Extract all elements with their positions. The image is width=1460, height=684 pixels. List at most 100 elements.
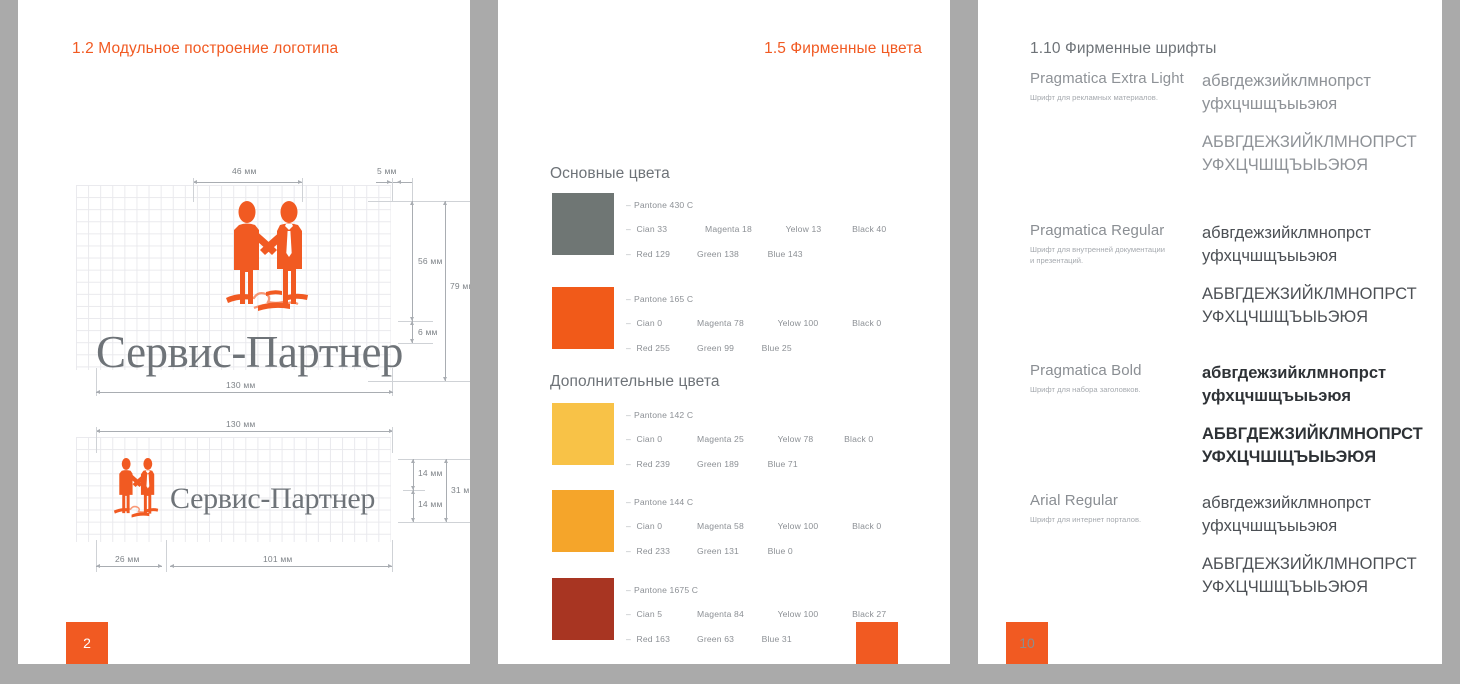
slide-page-2[interactable]: 1.5 Фирменные цвета Основные цвета – Pant… — [498, 0, 950, 664]
slide-page-3[interactable]: 1.10 Фирменные шрифты Pragmatica Extra L… — [978, 0, 1442, 664]
font-sample-uppercase-line1: АБВГДЕЖЗИЙКЛМНОПРСТ — [1202, 555, 1417, 573]
dim-line-mark-width-small — [96, 566, 162, 567]
dim-line-gap-right — [376, 182, 412, 183]
dim-line-small-total-height — [446, 459, 447, 522]
font-sample-uppercase-line2: УФХЦЧШЩЪЫЬЭЮЯ — [1202, 155, 1369, 174]
dim-arrow-up — [409, 201, 414, 205]
font-sample-lowercase-line2: уфхцчшщъыьэюя — [1202, 386, 1352, 405]
font-sample-uppercase-line1: АБВГДЕЖЗИЙКЛМНОПРСТ — [1202, 285, 1417, 303]
dim-arrow-down — [410, 518, 415, 522]
swatch-pantone-line: – Pantone 144 C — [626, 497, 694, 507]
dim-arrow-right — [387, 179, 391, 184]
dim-ext-line — [392, 427, 393, 453]
dim-label-wordmark-width-small: 101 мм — [263, 554, 293, 564]
logo-wordmark-small: Сервис-Партнер — [170, 482, 376, 515]
font-row-pragmatica-extra-light: Pragmatica Extra Light Шрифт для рекламн… — [1030, 70, 1430, 174]
font-sample: абвгдежзийклмнопрст уфхцчшщъыьэюя АБВГДЕ… — [1202, 70, 1417, 176]
dim-label-total-width-top: 130 мм — [226, 380, 256, 390]
color-swatch-pantone-165c[interactable] — [552, 287, 614, 349]
swatch-rgb-line: – Red 129 Green 138 Blue 143 — [626, 248, 803, 259]
page-number-badge: 10 — [1006, 622, 1048, 664]
dim-arrow-down — [443, 518, 448, 522]
font-sample-uppercase-line2: УФХЦЧШЩЪЫЬЭЮЯ — [1202, 307, 1369, 326]
font-sample: абвгдежзийклмнопрст уфхцчшщъыьэюя АБВГДЕ… — [1202, 362, 1423, 468]
color-details-pantone-430c: – Pantone 430 C – Cian 33 Magenta 18 Yelo… — [626, 193, 886, 266]
page-number-badge: 2 — [66, 622, 108, 664]
font-sample-lowercase-line1: абвгдежзийклмнопрст — [1202, 72, 1371, 90]
dim-ext-line — [398, 459, 470, 460]
font-note: Шрифт для внутренней документации и през… — [1030, 245, 1165, 265]
slide-deck: 1.2 Модульное построение логотипа Сервис… — [0, 0, 1460, 684]
color-group-title-secondary: Дополнительные цвета — [550, 373, 720, 390]
font-sample: абвгдежзийклмнопрст уфхцчшщъыьэюя АБВГДЕ… — [1202, 492, 1417, 598]
dim-line-total-width-bottom — [96, 431, 393, 432]
swatch-cmyk-line: – Cian 0 Magenta 25 Yelow 78 Black 0 — [626, 434, 874, 445]
font-sample-lowercase-line1: абвгдежзийклмнопрст — [1202, 494, 1371, 512]
dim-label-total-width-bottom: 130 мм — [226, 419, 256, 429]
font-row-pragmatica-regular: Pragmatica Regular Шрифт для внутренней … — [1030, 222, 1430, 326]
dim-arrow-up — [442, 201, 447, 205]
dim-label-total-height: 79 мм — [450, 281, 470, 291]
dim-arrow-down — [409, 339, 414, 343]
dim-ext-line — [398, 321, 433, 322]
dim-ext-line — [398, 522, 470, 523]
font-sample-lowercase-line2: уфхцчшщъыьэюя — [1202, 516, 1338, 535]
dim-ext-line — [96, 427, 97, 453]
dim-arrow-right — [387, 563, 392, 568]
color-details-pantone-144c: – Pantone 144 C – Cian 0 Magenta 58 Yelow… — [626, 490, 881, 563]
swatch-pantone-line: – Pantone 165 C — [626, 294, 694, 304]
color-details-pantone-1675c: – Pantone 1675 C – Cian 5 Magenta 84 Yelo… — [626, 578, 886, 651]
color-swatch-pantone-144c[interactable] — [552, 490, 614, 552]
font-note: Шрифт для рекламных материалов. — [1030, 93, 1158, 102]
dim-arrow-left — [397, 179, 401, 184]
dim-arrow-up — [443, 459, 448, 463]
dim-arrow-left — [96, 389, 100, 394]
font-note: Шрифт для интернет порталов. — [1030, 515, 1142, 524]
color-swatch-pantone-142c[interactable] — [552, 403, 614, 465]
font-row-arial-regular: Arial Regular Шрифт для интернет портало… — [1030, 492, 1430, 596]
swatch-cmyk-line: – Cian 0 Magenta 78 Yelow 100 Black 0 — [626, 318, 882, 329]
swatch-pantone-line: – Pantone 1675 C — [626, 585, 699, 595]
font-sample-lowercase-line1: абвгдежзийклмнопрст — [1202, 364, 1387, 382]
swatch-cmyk-line: – Cian 33 Magenta 18 Yelow 13 Black 40 — [626, 224, 887, 235]
slide-page-1[interactable]: 1.2 Модульное построение логотипа Сервис… — [18, 0, 470, 664]
swatch-rgb-line: – Red 239 Green 189 Blue 71 — [626, 458, 798, 469]
font-sample-uppercase-line1: АБВГДЕЖЗИЙКЛМНОПРСТ — [1202, 425, 1423, 443]
dim-label-gap-between: 6 мм — [418, 327, 438, 337]
font-row-pragmatica-bold: Pragmatica Bold Шрифт для набора заголов… — [1030, 362, 1430, 466]
swatch-rgb-line: – Red 163 Green 63 Blue 31 — [626, 633, 792, 644]
dim-ext-line — [193, 178, 194, 202]
swatch-cmyk-line: – Cian 0 Magenta 58 Yelow 100 Black 0 — [626, 521, 882, 532]
dim-arrow-right — [297, 179, 302, 184]
font-note: Шрифт для набора заголовков. — [1030, 385, 1141, 394]
dim-label-small-total-height: 31 мм — [451, 485, 470, 495]
dim-arrow-up — [410, 459, 415, 463]
two-people-handshake-puzzle-logo — [226, 201, 308, 311]
swatch-pantone-line: – Pantone 430 C — [626, 200, 694, 210]
swatch-rgb-line: – Red 255 Green 99 Blue 25 — [626, 342, 792, 353]
dim-label-small-height-bottom: 14 мм — [418, 499, 443, 509]
font-sample-uppercase-line1: АБВГДЕЖЗИЙКЛМНОПРСТ — [1202, 133, 1417, 151]
dim-label-mark-width-small: 26 мм — [115, 554, 140, 564]
page-title: 1.5 Фирменные цвета — [764, 40, 922, 57]
dim-line-total-width-top — [96, 392, 393, 393]
swatch-pantone-line: – Pantone 142 C — [626, 410, 694, 420]
dim-ext-line — [302, 178, 303, 202]
dim-arrow-down — [442, 377, 447, 381]
color-swatch-pantone-430c[interactable] — [552, 193, 614, 255]
page-title: 1.10 Фирменные шрифты — [1030, 40, 1217, 57]
color-swatch-pantone-1675c[interactable] — [552, 578, 614, 640]
dim-line-wordmark-width-small — [170, 566, 392, 567]
two-people-handshake-puzzle-logo-small — [113, 458, 159, 518]
dim-arrow-right — [388, 389, 393, 394]
page-number-badge — [856, 622, 898, 664]
dim-ext-line — [368, 201, 470, 202]
dim-label-mark-height: 56 мм — [418, 256, 443, 266]
font-sample-uppercase-line2: УФХЦЧШЩЪЫЬЭЮЯ — [1202, 577, 1369, 596]
dim-ext-line — [412, 178, 413, 202]
dim-ext-line — [398, 343, 433, 344]
dim-arrow-left — [96, 563, 100, 568]
font-sample-lowercase-line2: уфхцчшщъыьэюя — [1202, 246, 1338, 265]
color-details-pantone-165c: – Pantone 165 C – Cian 0 Magenta 78 Yelow… — [626, 287, 881, 360]
logo-wordmark-large: Сервис-Партнер — [96, 327, 403, 377]
